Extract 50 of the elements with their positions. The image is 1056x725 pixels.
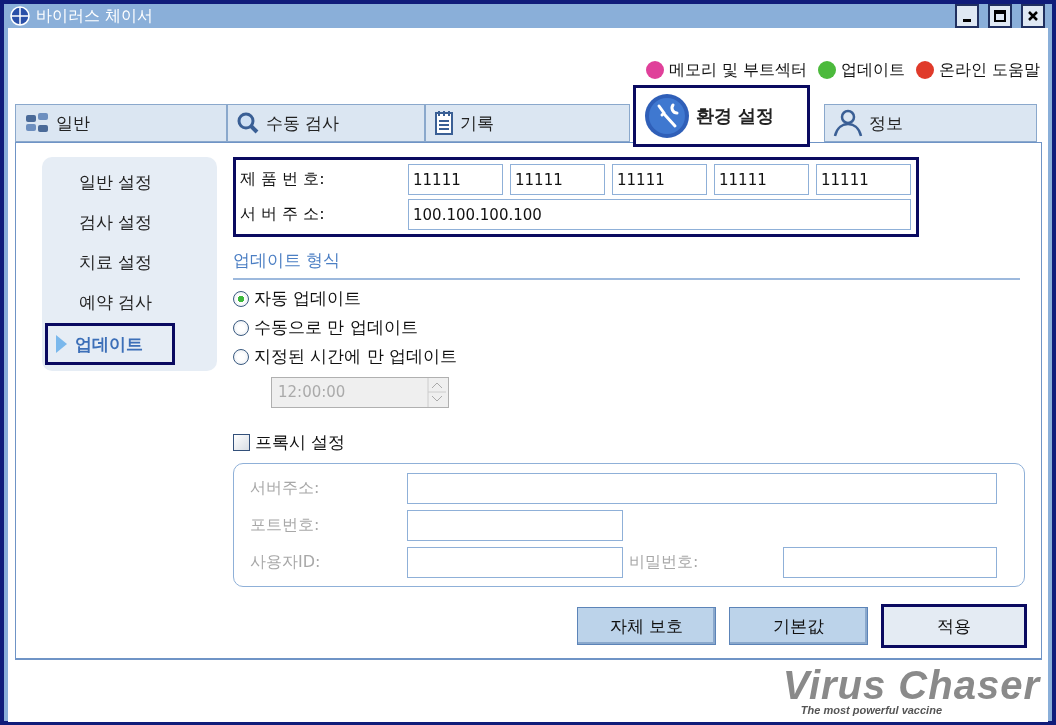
globe-icon [10,6,30,26]
section-title: 업데이트 형식 [233,249,1020,280]
toolbar-link[interactable]: 메모리 및 부트섹터 [644,52,807,88]
input-field[interactable]: 11111 [714,164,809,195]
input-field[interactable]: 100.100.100.100 [408,199,911,230]
input-field[interactable]: 11111 [408,164,503,195]
sidebar-item[interactable]: 업데이트 [45,323,175,365]
minimize-button[interactable] [955,4,979,28]
maximize-button[interactable] [988,4,1012,28]
tab[interactable]: 환경 설정 [633,85,810,147]
input-field[interactable]: 11111 [816,164,911,195]
sidebar-item[interactable]: 예약 검사 [45,283,175,321]
close-icon [1027,10,1039,22]
close-button[interactable] [1021,4,1045,28]
window-title: 바이러스 체이서 [36,5,155,27]
toolbar-link[interactable]: 업데이트 [816,52,905,88]
action-button[interactable]: 기본값 [729,607,868,645]
tab[interactable]: 기록 [425,104,630,142]
field-label: 제 품 번 호: [240,169,326,190]
sidebar-item[interactable]: 검사 설정 [45,203,175,241]
spin-arrows-icon [426,378,448,407]
logo-name: Virus Chaser [782,666,1040,704]
radio-option[interactable]: 지정된 시간에 만 업데이트 [233,342,1027,371]
field-label: 비밀번호: [628,552,700,573]
toolbar-link[interactable]: 온라인 도움말 [914,52,1040,88]
input-field[interactable]: 11111 [612,164,707,195]
maximize-icon [994,10,1006,22]
radio-option[interactable]: 수동으로 만 업데이트 [233,313,1027,342]
person-icon [833,109,863,137]
field-label: 포트번호: [250,515,321,536]
sidebar-item[interactable]: 일반 설정 [45,163,175,201]
action-button[interactable]: 자체 보호 [577,607,716,645]
blocks-icon [24,111,50,135]
tab[interactable]: 일반 [15,104,227,142]
sidebar-item[interactable]: 치료 설정 [45,243,175,281]
logo-tagline: The most powerful vaccine [800,704,942,716]
minimize-icon [963,18,971,22]
notepad-icon [434,110,454,136]
field-label: 서버주소: [250,478,321,499]
radio-option[interactable]: 자동 업데이트 [233,284,1027,313]
field-label: 사용자ID: [250,552,322,573]
triangle-icon [56,335,67,353]
input-field[interactable]: 11111 [510,164,605,195]
magnifier-icon [236,111,260,135]
field-label: 서 버 주 소: [240,204,326,225]
proxy-checkbox[interactable]: 프록시 설정 [233,428,1027,457]
action-button[interactable]: 적용 [881,604,1027,648]
tab[interactable]: 정보 [824,104,1037,142]
wrench-icon [644,93,690,139]
tab[interactable]: 수동 검사 [227,104,425,142]
